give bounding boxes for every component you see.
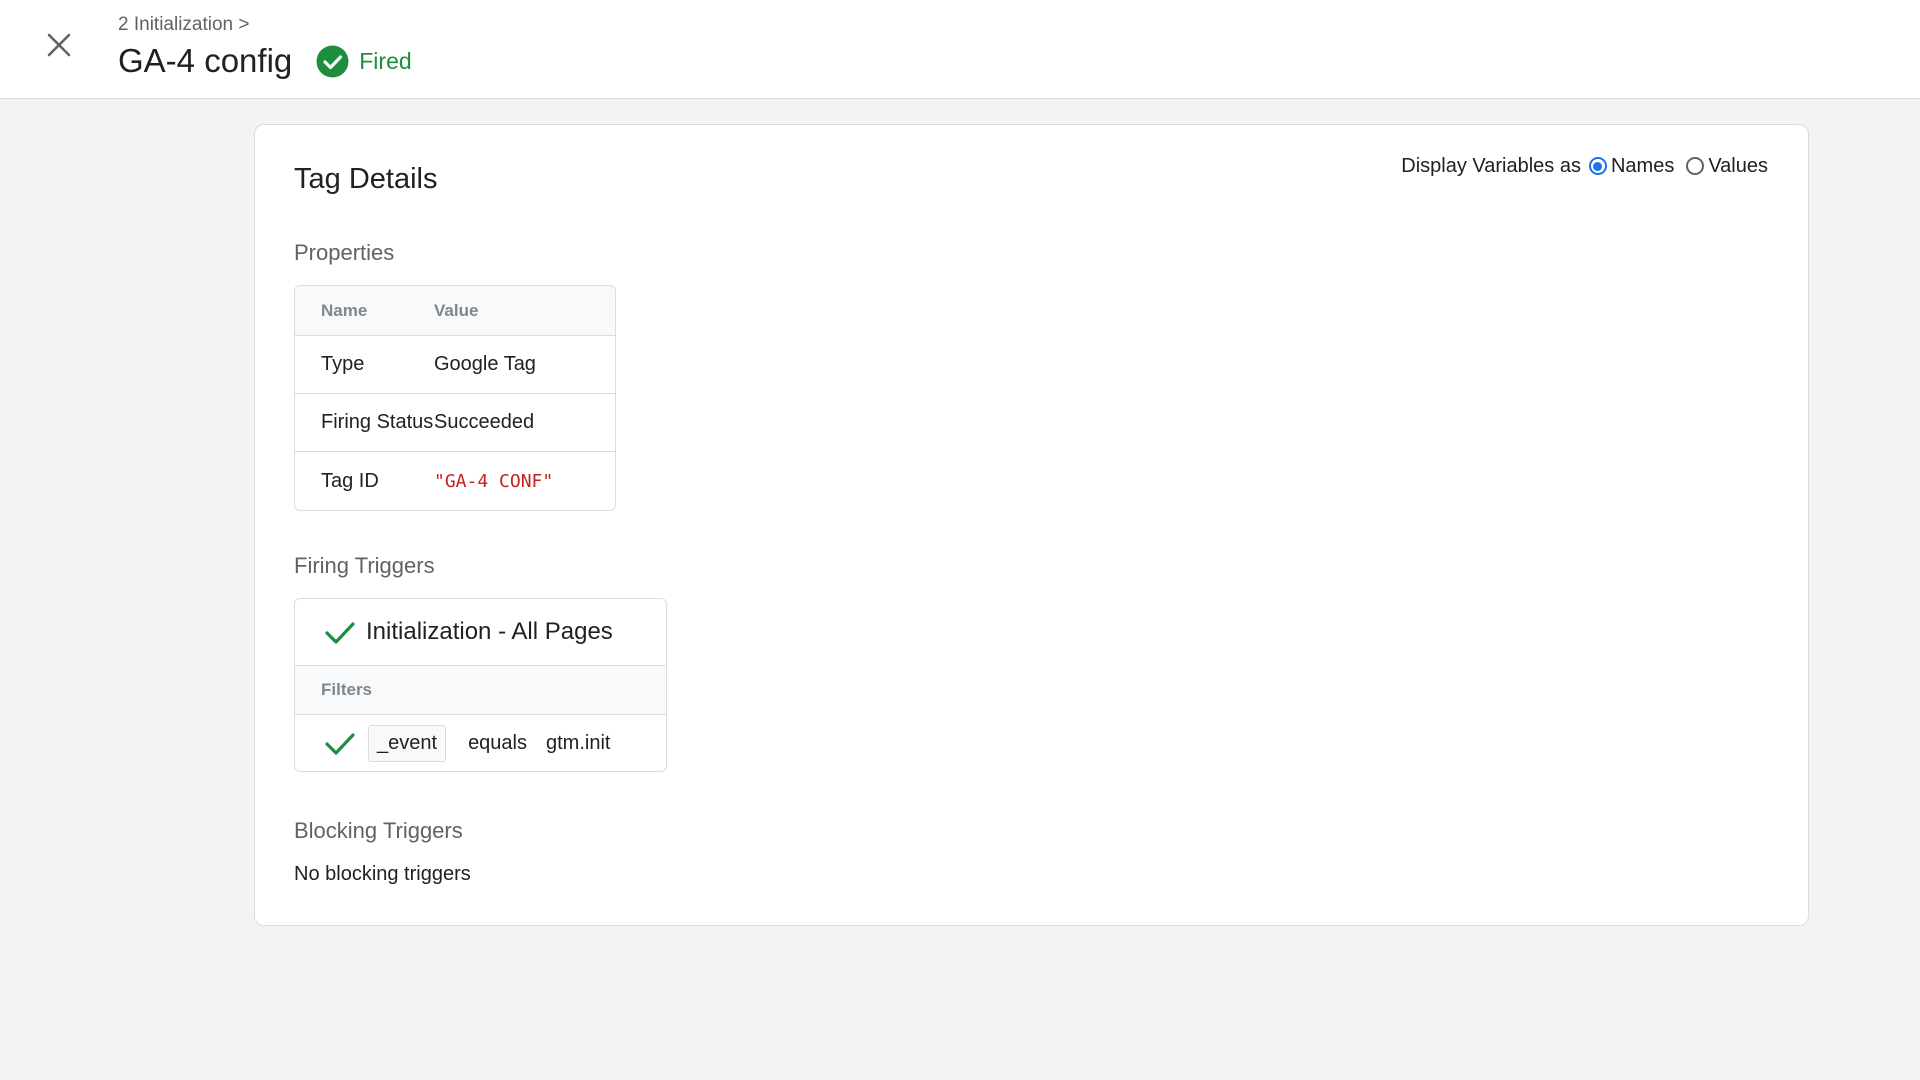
filter-value: gtm.init (546, 731, 611, 754)
table-row: Tag ID "GA-4 CONF" (295, 452, 615, 510)
property-value: Succeeded (434, 411, 535, 433)
header-bar: 2 Initialization > GA-4 config Fired (0, 0, 1920, 99)
filters-header: Filters (295, 666, 666, 715)
names-radio-label[interactable]: Names (1611, 155, 1674, 178)
trigger-name: Initialization - All Pages (366, 618, 613, 645)
tag-details-card: Tag Details Display Variables as Names V… (254, 124, 1809, 926)
column-header-value: Value (434, 300, 479, 320)
no-blocking-triggers-text: No blocking triggers (294, 863, 471, 885)
filter-row: _event equals gtm.init (295, 715, 666, 771)
property-name: Firing Status (321, 411, 434, 433)
property-value: Google Tag (434, 353, 536, 375)
table-row: Type Google Tag (295, 336, 615, 394)
check-icon (325, 733, 355, 755)
display-variables-toggle: Display Variables as Names Values (1401, 151, 1768, 181)
close-button[interactable] (36, 22, 82, 68)
values-radio[interactable] (1686, 157, 1705, 175)
breadcrumb[interactable]: 2 Initialization > (118, 14, 250, 36)
check-circle-icon (316, 45, 349, 77)
column-header-name: Name (321, 300, 368, 320)
display-variables-label: Display Variables as (1401, 154, 1581, 177)
trigger-header[interactable]: Initialization - All Pages (295, 599, 666, 666)
properties-table: Name Value Type Google Tag Firing Status… (294, 285, 616, 511)
property-name: Type (321, 353, 365, 375)
values-radio-label[interactable]: Values (1708, 155, 1768, 178)
filter-operator: equals (468, 731, 527, 754)
close-icon (47, 33, 71, 57)
filter-variable-chip[interactable]: _event (368, 724, 447, 762)
page-title: GA-4 config (118, 42, 293, 79)
firing-triggers-section-title: Firing Triggers (294, 553, 435, 578)
names-radio[interactable] (1588, 157, 1607, 175)
card-title: Tag Details (294, 163, 438, 195)
properties-section-title: Properties (294, 240, 395, 265)
check-icon (325, 622, 355, 644)
table-header: Name Value (295, 286, 615, 336)
firing-triggers-box: Initialization - All Pages Filters _even… (294, 598, 667, 772)
property-name: Tag ID (321, 469, 379, 492)
property-value: "GA-4 CONF" (434, 470, 554, 492)
table-row: Firing Status Succeeded (295, 394, 615, 452)
blocking-triggers-section-title: Blocking Triggers (294, 818, 463, 843)
status-badge: Fired (359, 47, 412, 74)
title-row: GA-4 config Fired (118, 40, 412, 82)
